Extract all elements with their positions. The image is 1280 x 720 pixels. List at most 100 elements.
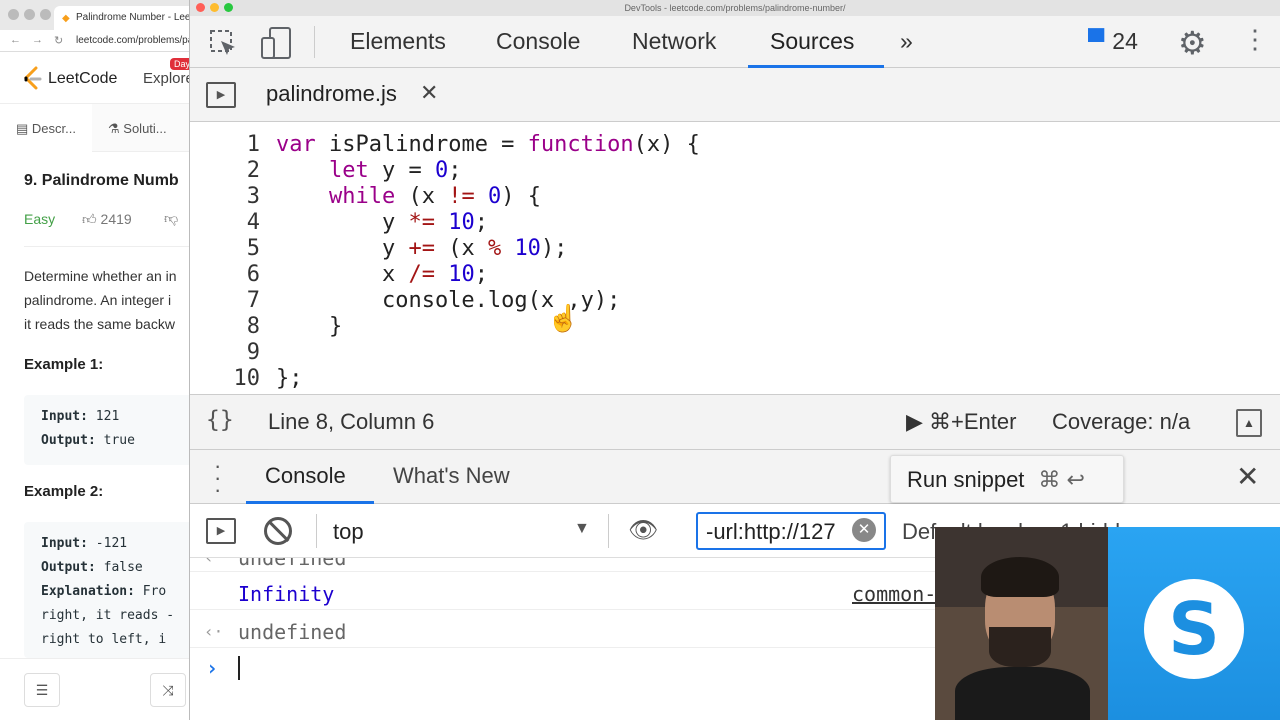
tab-console[interactable]: Console xyxy=(496,28,580,55)
code-line[interactable]: }; xyxy=(276,366,303,391)
output-label: Output: xyxy=(41,433,96,448)
window-minimize-light[interactable] xyxy=(210,3,219,12)
run-shortcut: ⌘+Enter xyxy=(929,409,1017,434)
device-toolbar-icon[interactable] xyxy=(260,26,292,60)
context-selector[interactable]: top xyxy=(333,519,364,545)
thumbs-down-icon[interactable]: 👎︎ xyxy=(164,210,178,227)
line-number[interactable]: 2 xyxy=(190,158,260,183)
tab-elements[interactable]: Elements xyxy=(350,28,446,55)
code-line[interactable]: y += (x % 10); xyxy=(276,236,567,261)
shuffle-icon[interactable]: ⤨ xyxy=(150,673,186,707)
play-icon: ▶ xyxy=(906,409,930,434)
return-arrow-icon: ‹ xyxy=(204,558,214,567)
editor-statusbar: {} Line 8, Column 6 ▶ ⌘+Enter Coverage: … xyxy=(190,394,1280,450)
line-number[interactable]: 3 xyxy=(190,184,260,209)
output-value: true xyxy=(103,433,135,448)
address-bar[interactable]: leetcode.com/problems/palindrome-number/ xyxy=(76,35,190,46)
line-number[interactable]: 5 xyxy=(190,236,260,261)
code-line[interactable]: let y = 0; xyxy=(276,158,461,183)
description-line: palindrome. An integer i xyxy=(24,292,172,308)
drawer-tab-whats-new[interactable]: What's New xyxy=(393,463,510,489)
skype-overlay: S xyxy=(1108,527,1280,720)
window-close-light[interactable] xyxy=(196,3,205,12)
example-1-heading: Example 1: xyxy=(24,356,104,373)
tab-solution[interactable]: ⚗ Soluti... xyxy=(92,104,167,152)
code-line[interactable]: } xyxy=(276,314,342,339)
drawer-menu-icon[interactable]: · · · xyxy=(214,455,221,501)
explanation-text: right, it reads - xyxy=(41,608,175,623)
window-close-light[interactable] xyxy=(8,9,19,20)
explanation-text: Fro xyxy=(134,584,167,599)
input-label: Input: xyxy=(41,409,88,424)
example-1-block: Input: 121 Output: true xyxy=(24,395,190,465)
more-options-icon[interactable]: ⋮ xyxy=(1242,24,1268,55)
toolbar-divider xyxy=(608,514,609,548)
pretty-print-button[interactable]: {} xyxy=(206,407,234,433)
gear-icon[interactable]: ⚙ xyxy=(1178,24,1207,62)
return-arrow-icon: ‹· xyxy=(204,622,224,641)
more-tabs-icon[interactable]: » xyxy=(900,28,913,55)
line-number[interactable]: 10 xyxy=(190,366,261,391)
console-prompt-icon: › xyxy=(206,656,219,680)
clear-console-icon[interactable] xyxy=(264,517,292,545)
input-label: Input: xyxy=(41,536,88,551)
webcam-person-hair xyxy=(981,557,1059,597)
file-tab-palindrome[interactable]: palindrome.js xyxy=(266,81,397,107)
line-number[interactable]: 1 xyxy=(190,132,260,157)
drawer-tabbar: · · · Console What's New Run snippet ⌘ ↩ ✕ xyxy=(190,450,1280,504)
reload-icon[interactable]: ↻ xyxy=(54,34,63,47)
browser-urlbar: ← → ↻ leetcode.com/problems/palindrome-n… xyxy=(0,30,190,52)
clear-filter-icon[interactable]: ✕ xyxy=(852,518,876,542)
line-number[interactable]: 6 xyxy=(190,262,260,287)
code-line[interactable]: x /= 10; xyxy=(276,262,488,287)
cursor-position: Line 8, Column 6 xyxy=(268,409,435,434)
dropdown-arrow-icon[interactable]: ▼ xyxy=(574,520,590,538)
line-number[interactable]: 8 xyxy=(190,314,260,339)
code-editor[interactable]: 1 var isPalindrome = function(x) { 2 let … xyxy=(190,122,1280,394)
console-sidebar-toggle-icon[interactable]: ▶ xyxy=(206,518,236,544)
run-snippet-button[interactable]: ▶ ⌘+Enter xyxy=(906,409,1016,435)
problem-tabs: ▤ Descr... ⚗ Soluti... xyxy=(0,104,190,152)
window-minimize-light[interactable] xyxy=(24,9,35,20)
sources-file-tabbar: ▶ palindrome.js ✕ xyxy=(190,68,1280,122)
line-number[interactable]: 9 xyxy=(190,340,260,365)
line-number[interactable]: 7 xyxy=(190,288,260,313)
issues-button[interactable]: ▀ 24 xyxy=(1088,28,1138,55)
close-drawer-icon[interactable]: ✕ xyxy=(1236,460,1259,493)
leetcode-logo-icon[interactable] xyxy=(22,66,42,92)
tab-description[interactable]: ▤ Descr... xyxy=(0,104,92,152)
leetcode-brand[interactable]: LeetCode xyxy=(48,70,117,88)
tab-sources[interactable]: Sources xyxy=(770,28,854,55)
code-line[interactable]: var isPalindrome = function(x) { xyxy=(276,132,700,157)
back-icon[interactable]: ← xyxy=(10,34,21,46)
issues-count: 24 xyxy=(1112,28,1138,54)
forward-icon[interactable]: → xyxy=(32,34,43,46)
navigator-toggle-icon[interactable]: ▶ xyxy=(206,82,236,108)
leetcode-header: LeetCode Explore Day xyxy=(0,52,190,104)
like-button[interactable]: 👍︎ 2419 xyxy=(82,211,132,228)
explore-link[interactable]: Explore xyxy=(143,70,190,87)
close-icon[interactable]: ✕ xyxy=(420,80,438,106)
tab-network[interactable]: Network xyxy=(632,28,716,55)
run-snippet-shortcut: ⌘ ↩ xyxy=(1038,467,1085,492)
window-zoom-light[interactable] xyxy=(224,3,233,12)
code-line[interactable]: while (x != 0) { xyxy=(276,184,541,209)
output-label: Output: xyxy=(41,560,96,575)
code-line[interactable]: y *= 10; xyxy=(276,210,488,235)
window-zoom-light[interactable] xyxy=(40,9,51,20)
coverage-status: Coverage: n/a xyxy=(1052,409,1191,434)
source-link[interactable]: common- xyxy=(852,582,936,606)
day-badge: Day xyxy=(170,58,190,70)
browser-tab[interactable]: ◆ Palindrome Number - LeetCo xyxy=(54,6,190,30)
toggle-drawer-icon[interactable]: ▲ xyxy=(1236,409,1262,437)
inspect-element-icon[interactable] xyxy=(208,28,238,58)
console-input-caret[interactable] xyxy=(238,656,240,680)
live-expression-eye-icon[interactable]: 👁︎ xyxy=(628,516,658,545)
drawer-tab-console[interactable]: Console xyxy=(265,463,346,489)
hand-cursor-icon: ☝ xyxy=(547,303,580,333)
output-value: false xyxy=(103,560,143,575)
explanation-label: Explanation: xyxy=(41,584,135,599)
problem-list-icon[interactable]: ☰ xyxy=(24,673,60,707)
line-number[interactable]: 4 xyxy=(190,210,260,235)
example-2-heading: Example 2: xyxy=(24,483,104,500)
